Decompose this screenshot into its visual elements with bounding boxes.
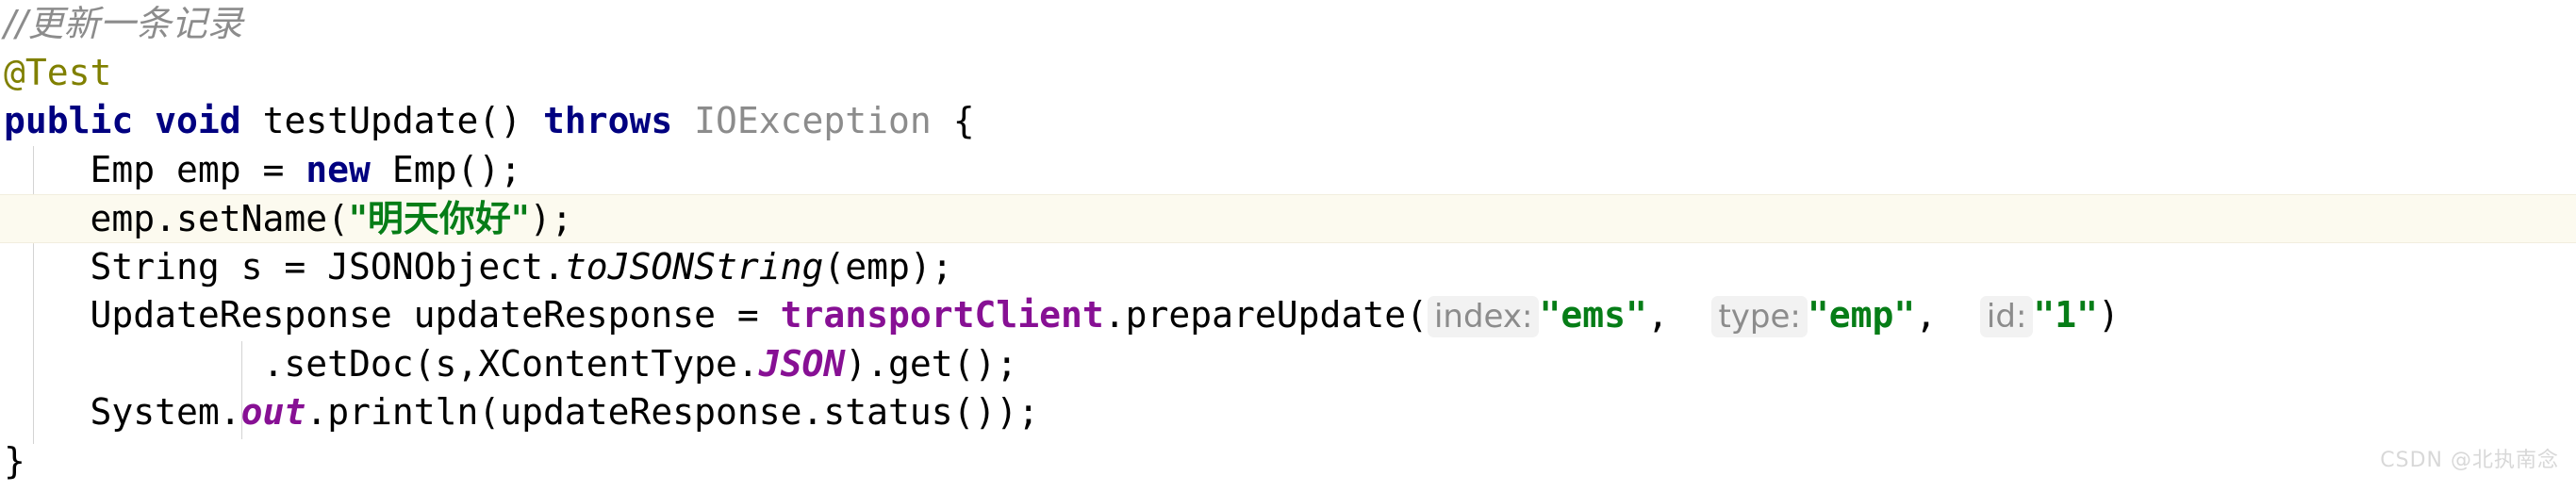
code-line[interactable]: @Test <box>0 49 2576 98</box>
token-keyword: void <box>155 100 241 141</box>
code-line[interactable]: //更新一条记录 <box>0 0 2576 49</box>
csdn-watermark: CSDN @北执南念 <box>2380 448 2559 472</box>
token-string: "1" <box>2033 294 2099 336</box>
code-line[interactable]: String s = JSONObject.toJSONString(emp); <box>0 243 2576 292</box>
code-line[interactable]: } <box>0 437 2576 486</box>
code-editor[interactable]: //更新一条记录 @Test public void testUpdate() th… <box>0 0 2576 492</box>
token-static-field: out <box>240 391 306 433</box>
token-hint[interactable]: type: <box>1711 296 1808 337</box>
token-string: "ems" <box>1539 294 1647 336</box>
token-plain: } <box>4 439 25 482</box>
token-plain: .prepareUpdate( <box>1103 294 1428 336</box>
token-plain: ) <box>2098 294 2120 336</box>
token-annotation: @Test <box>4 51 112 93</box>
token-plain: , <box>1915 294 1980 336</box>
code-line[interactable]: public void testUpdate() throws IOExcept… <box>0 97 2576 146</box>
token-plain: .println(updateResponse.status()); <box>305 391 1040 433</box>
token-plain: Emp(); <box>370 148 522 190</box>
token-plain: Emp emp = <box>4 148 306 190</box>
token-plain: { <box>931 100 975 141</box>
token-keyword: public <box>4 100 134 141</box>
code-line-caret[interactable]: emp.setName("明天你好"); <box>0 194 2576 243</box>
token-plain: ); <box>529 198 573 239</box>
code-lines-container[interactable]: //更新一条记录 @Test public void testUpdate() th… <box>0 0 2576 485</box>
token-keyword: throws <box>542 100 673 141</box>
token-static-field: JSON <box>758 342 846 385</box>
token-gray: IOException <box>694 100 932 141</box>
token-plain: (emp); <box>823 245 953 287</box>
code-line[interactable]: UpdateResponse updateResponse = transpor… <box>0 291 2576 340</box>
token-hint[interactable]: id: <box>1979 296 2034 337</box>
token-string: "emp" <box>1807 294 1916 336</box>
token-plain: testUpdate() <box>240 100 543 141</box>
token-field: transportClient <box>780 294 1104 336</box>
token-keyword: new <box>305 148 371 190</box>
token-hint[interactable]: index: <box>1427 296 1540 337</box>
token-string: "明天你好" <box>349 198 530 239</box>
token-plain: UpdateResponse updateResponse = <box>4 294 781 336</box>
token-static-method: toJSONString <box>564 245 824 287</box>
token-comment: //更新一条记录 <box>4 3 243 44</box>
token-plain: System. <box>4 391 241 433</box>
code-line[interactable]: System.out.println(updateResponse.status… <box>0 388 2576 437</box>
token-plain: emp.setName( <box>4 198 350 239</box>
token-plain: .setDoc(s,XContentType. <box>4 342 759 385</box>
token-plain: , <box>1646 294 1712 336</box>
token-plain: String s = JSONObject. <box>4 245 565 287</box>
token-plain: ).get(); <box>845 342 1018 385</box>
code-line[interactable]: Emp emp = new Emp(); <box>0 146 2576 195</box>
code-line[interactable]: .setDoc(s,XContentType.JSON).get(); <box>0 340 2576 389</box>
